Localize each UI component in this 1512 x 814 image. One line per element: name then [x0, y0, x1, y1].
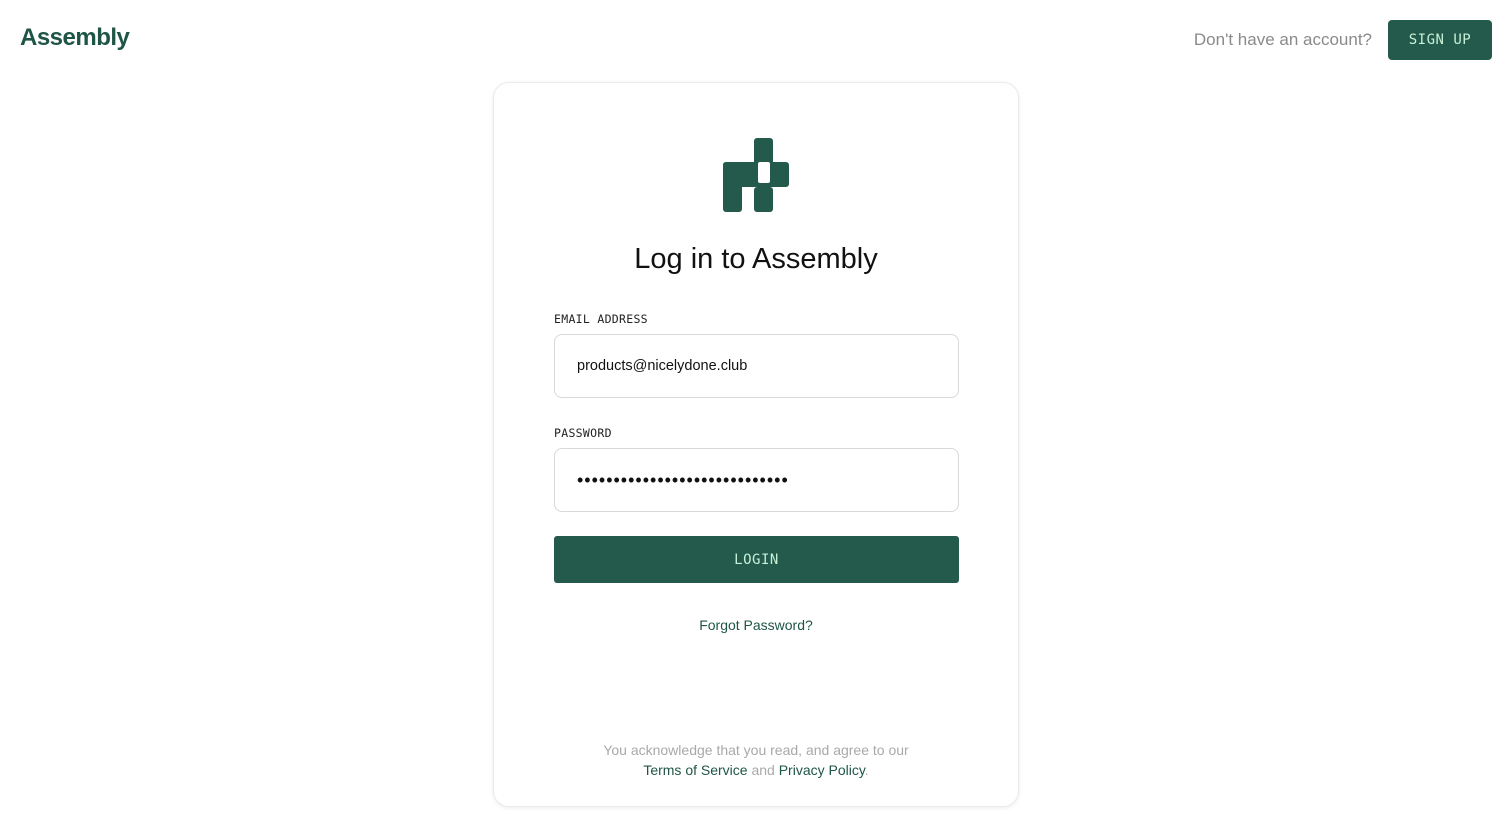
legal-and: and — [751, 762, 775, 778]
password-label: PASSWORD — [554, 426, 612, 440]
brand-logo[interactable]: Assembly — [20, 24, 130, 52]
header-actions: Don't have an account? SIGN UP — [1194, 20, 1492, 60]
privacy-link[interactable]: Privacy Policy — [779, 762, 865, 778]
legal-line-2: Terms of Service and Privacy Policy. — [494, 760, 1018, 780]
assembly-logo-icon — [723, 138, 789, 212]
page-title: Log in to Assembly — [634, 243, 878, 275]
no-account-text: Don't have an account? — [1193, 30, 1372, 49]
top-header: Assembly Don't have an account? SIGN UP — [0, 0, 1512, 80]
email-label: EMAIL ADDRESS — [554, 312, 648, 326]
forgot-password-link[interactable]: Forgot Password? — [699, 617, 813, 633]
login-button[interactable]: LOGIN — [554, 536, 959, 583]
email-field[interactable] — [554, 334, 959, 398]
password-field[interactable] — [554, 448, 959, 512]
legal-line-1: You acknowledge that you read, and agree… — [603, 742, 909, 758]
legal-notice: You acknowledge that you read, and agree… — [494, 740, 1018, 780]
legal-period: . — [864, 762, 869, 778]
login-card: Log in to Assembly EMAIL ADDRESS PASSWOR… — [493, 82, 1019, 807]
forgot-password-row: Forgot Password? — [494, 617, 1018, 633]
signup-button[interactable]: SIGN UP — [1388, 20, 1492, 60]
terms-link[interactable]: Terms of Service — [643, 762, 747, 778]
